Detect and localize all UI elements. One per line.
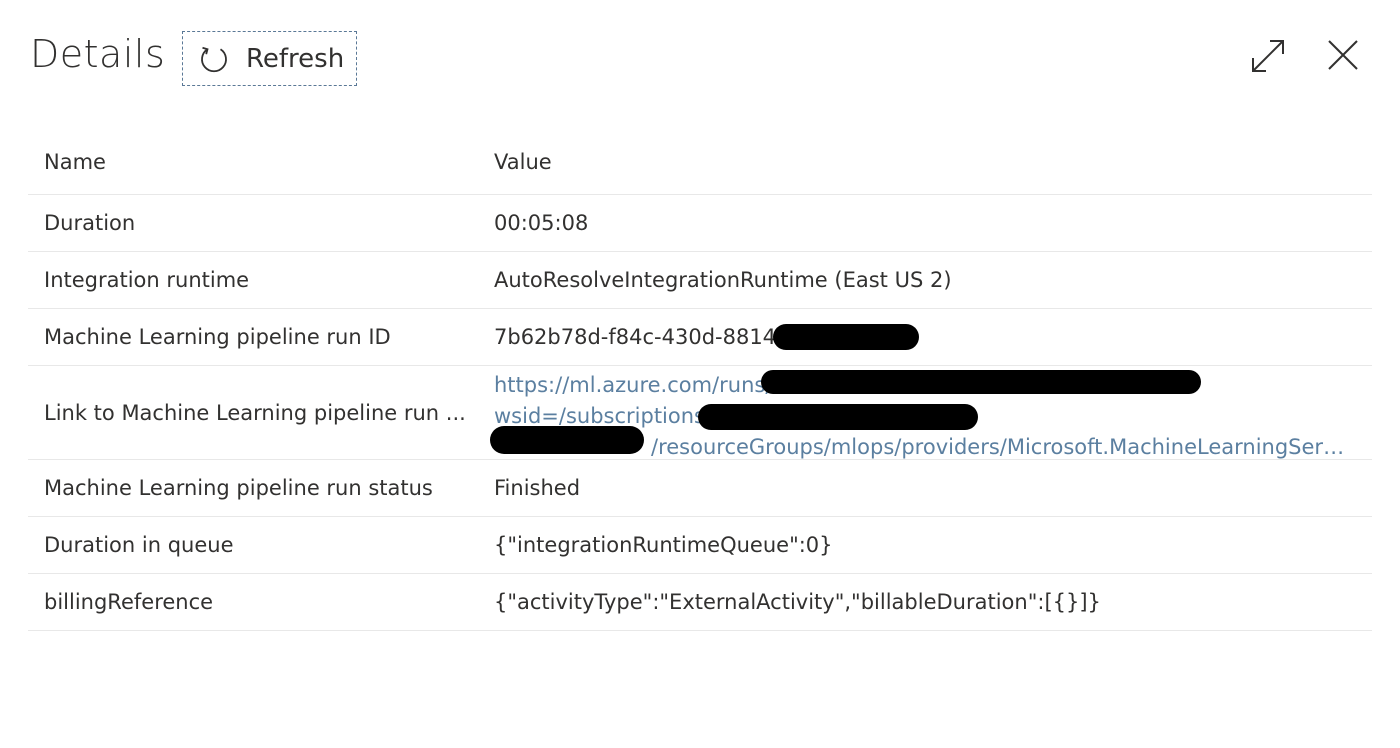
table-row: Machine Learning pipeline run ID 7b62b78… <box>28 309 1372 366</box>
row-value: AutoResolveIntegrationRuntime (East US 2… <box>494 268 952 292</box>
column-header-value: Value <box>494 150 552 174</box>
redaction-mark <box>773 324 919 350</box>
row-value: 7b62b78d-f84c-430d-8814- <box>494 325 784 349</box>
close-icon[interactable] <box>1326 38 1360 72</box>
table-row: Link to Machine Learning pipeline run ..… <box>28 366 1372 460</box>
refresh-icon <box>201 46 227 72</box>
row-name: Integration runtime <box>44 268 250 292</box>
redaction-mark <box>490 426 644 454</box>
table-row: Machine Learning pipeline run status Fin… <box>28 460 1372 517</box>
refresh-label: Refresh <box>246 43 345 74</box>
row-value: Finished <box>494 476 581 500</box>
table-row: Duration 00:05:08 <box>28 195 1372 252</box>
row-value: {"integrationRuntimeQueue":0} <box>494 533 833 557</box>
row-name: Machine Learning pipeline run status <box>44 476 433 500</box>
panel-header: Details Refresh <box>0 0 1400 110</box>
row-name: Duration <box>44 211 136 235</box>
redaction-mark <box>761 370 1201 394</box>
table-row: Integration runtime AutoResolveIntegrati… <box>28 252 1372 309</box>
table-row: billingReference {"activityType":"Extern… <box>28 574 1372 631</box>
refresh-button[interactable]: Refresh <box>182 31 357 86</box>
details-table: Name Value Duration 00:05:08 Integration… <box>28 130 1372 631</box>
row-value: 00:05:08 <box>494 211 589 235</box>
expand-icon[interactable] <box>1250 38 1286 74</box>
panel-title: Details <box>30 32 166 76</box>
column-header-name: Name <box>44 150 106 174</box>
table-row: Duration in queue {"integrationRuntimeQu… <box>28 517 1372 574</box>
row-name: Duration in queue <box>44 533 234 557</box>
row-name: Machine Learning pipeline run ID <box>44 325 391 349</box>
table-header-row: Name Value <box>28 130 1372 195</box>
details-panel: Details Refresh Name Value Duration 00:0… <box>0 0 1400 748</box>
row-name: billingReference <box>44 590 214 614</box>
row-name: Link to Machine Learning pipeline run ..… <box>44 400 466 425</box>
row-value: {"activityType":"ExternalActivity","bill… <box>494 590 1101 614</box>
redaction-mark <box>698 404 978 430</box>
